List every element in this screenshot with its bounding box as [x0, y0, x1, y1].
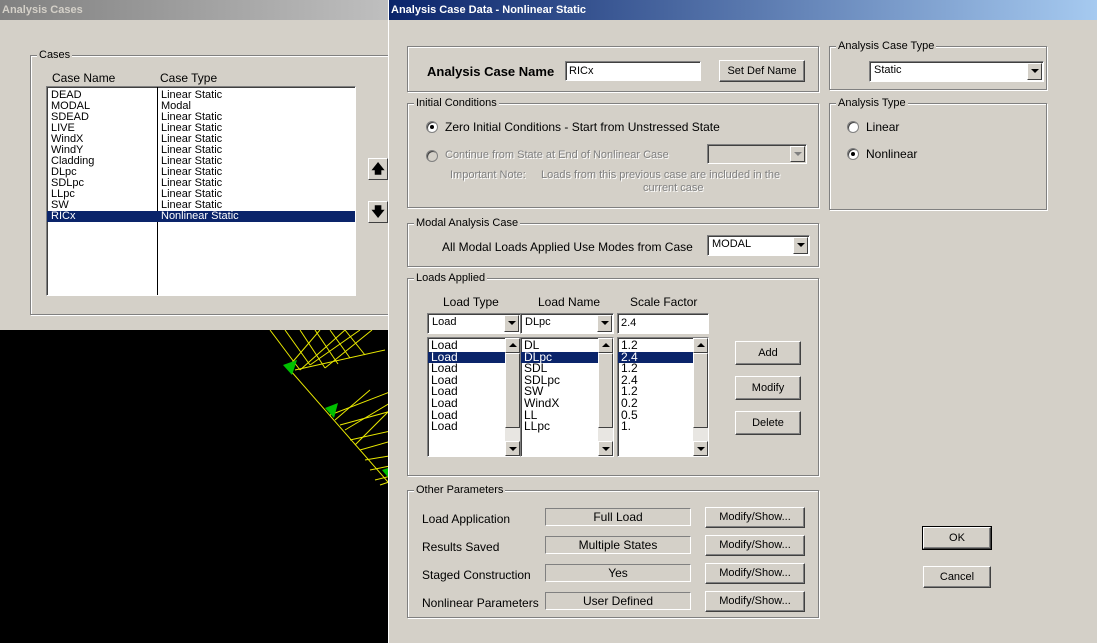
other-parameters-label: Other Parameters	[414, 484, 506, 496]
case-type-value: Static	[874, 64, 902, 76]
move-up-button[interactable]: 🡅	[368, 158, 388, 180]
chevron-down-icon[interactable]	[504, 315, 519, 332]
scale-factor-header: Scale Factor	[630, 295, 698, 309]
other-param-value: Yes	[545, 564, 691, 582]
case-type-select[interactable]: Static	[869, 61, 1044, 82]
move-down-button[interactable]: 🡇	[368, 201, 388, 223]
modal-case-select[interactable]: MODAL	[707, 235, 810, 256]
case-name-header: Case Name	[52, 71, 116, 85]
cases-rows: DEAD Linear Static MODAL Modal SDEAD Linear S…	[47, 90, 355, 222]
case-data-dialog: Analysis Case Data - Nonlinear Static An…	[388, 0, 1097, 643]
case-data-title[interactable]: Analysis Case Data - Nonlinear Static	[389, 0, 1097, 20]
load-name-select[interactable]: DLpc	[520, 313, 614, 334]
analysis-cases-title[interactable]: Analysis Cases	[0, 0, 394, 20]
load-type-header: Load Type	[443, 295, 499, 309]
load-name-item[interactable]: LLpc	[521, 420, 598, 433]
scroll-thumb[interactable]	[598, 353, 613, 428]
load-type-rows: Load Load Load Load Load Load Load Load	[428, 339, 505, 433]
set-def-name-button[interactable]: Set Def Name	[719, 60, 805, 82]
add-load-button[interactable]: Add	[735, 341, 801, 365]
note-line2: current case	[643, 182, 704, 194]
load-name-header: Load Name	[538, 295, 601, 309]
load-type-list[interactable]: Load Load Load Load Load Load Load Load	[427, 337, 521, 457]
modal-modes-label: All Modal Loads Applied Use Modes from C…	[442, 240, 693, 254]
analysis-type-group: Analysis Type	[829, 97, 1047, 210]
scale-factor-input[interactable]: 2.4	[617, 313, 709, 334]
modify-show-button[interactable]: Modify/Show...	[705, 507, 805, 528]
modify-show-button[interactable]: Modify/Show...	[705, 591, 805, 612]
scale-factor-item[interactable]: 1.	[618, 420, 693, 433]
case-type-label: Analysis Case Type	[836, 40, 937, 52]
load-type-scrollbar[interactable]	[505, 338, 520, 456]
delete-load-button[interactable]: Delete	[735, 411, 801, 435]
case-type-header: Case Type	[160, 71, 218, 85]
load-type-item[interactable]: Load	[428, 420, 505, 433]
scroll-up-icon[interactable]	[505, 338, 520, 353]
ok-button[interactable]: OK	[922, 526, 992, 550]
scroll-down-icon[interactable]	[505, 441, 520, 456]
zero-initial-radio[interactable]	[426, 121, 438, 133]
cancel-button[interactable]: Cancel	[923, 566, 991, 588]
modify-show-button[interactable]: Modify/Show...	[705, 535, 805, 556]
cases-group-label: Cases	[37, 49, 73, 61]
cases-list[interactable]: DEAD Linear Static MODAL Modal SDEAD Linear S…	[46, 86, 356, 296]
continue-state-radio[interactable]	[426, 150, 438, 162]
model-viewport[interactable]	[0, 330, 395, 643]
scroll-thumb[interactable]	[505, 353, 520, 428]
note-line1: Loads from this previous case are includ…	[541, 169, 781, 181]
continue-state-label[interactable]: Continue from State at End of Nonlinear …	[445, 149, 669, 161]
scale-factor-scrollbar[interactable]	[693, 338, 708, 456]
linear-label[interactable]: Linear	[866, 120, 899, 134]
other-param-label: Results Saved	[422, 540, 500, 554]
load-name-scrollbar[interactable]	[598, 338, 613, 456]
load-name-list[interactable]: DL DLpc SDL SDLpc SW WindX LL LLpc	[520, 337, 614, 457]
other-param-label: Staged Construction	[422, 568, 531, 582]
chevron-down-icon	[790, 146, 805, 162]
analysis-cases-window: Analysis Cases Cases Case Name Case Type…	[0, 0, 398, 330]
loads-applied-label: Loads Applied	[414, 272, 488, 284]
modal-case-value: MODAL	[712, 238, 752, 250]
load-name-value: DLpc	[525, 316, 551, 328]
other-param-value: User Defined	[545, 592, 691, 610]
other-param-value: Full Load	[545, 508, 691, 526]
modify-show-button[interactable]: Modify/Show...	[705, 563, 805, 584]
chevron-down-icon[interactable]	[793, 237, 808, 254]
scroll-thumb[interactable]	[693, 353, 708, 428]
scroll-up-icon[interactable]	[693, 338, 708, 353]
other-param-value: Multiple States	[545, 536, 691, 554]
load-name-rows: DL DLpc SDL SDLpc SW WindX LL LLpc	[521, 339, 598, 433]
case-name-input[interactable]: RICx	[565, 61, 701, 81]
modify-load-button[interactable]: Modify	[735, 376, 801, 400]
case-name-label: Analysis Case Name	[427, 64, 555, 79]
arrow-down-icon: 🡇	[371, 204, 385, 219]
nonlinear-label[interactable]: Nonlinear	[866, 147, 917, 161]
arrow-up-icon: 🡅	[371, 161, 385, 176]
structure-drawing	[269, 330, 395, 491]
analysis-type-label: Analysis Type	[836, 97, 908, 109]
case-row[interactable]: RICx Nonlinear Static	[47, 211, 355, 222]
scale-factor-list[interactable]: 1.2 2.4 1.2 2.4 1.2 0.2 0.5 1.	[617, 337, 709, 457]
other-param-label: Nonlinear Parameters	[422, 596, 539, 610]
initial-conditions-label: Initial Conditions	[414, 97, 499, 109]
load-type-select[interactable]: Load	[427, 313, 521, 334]
chevron-down-icon[interactable]	[1027, 63, 1042, 80]
scale-factor-rows: 1.2 2.4 1.2 2.4 1.2 0.2 0.5 1.	[618, 339, 693, 433]
zero-initial-label[interactable]: Zero Initial Conditions - Start from Uns…	[445, 120, 720, 134]
modal-case-label: Modal Analysis Case	[414, 217, 521, 229]
important-note-label: Important Note:	[450, 169, 526, 181]
scroll-down-icon[interactable]	[598, 441, 613, 456]
case-row[interactable]: DEAD Linear Static	[47, 90, 355, 101]
nonlinear-radio[interactable]	[847, 148, 859, 160]
linear-radio[interactable]	[847, 121, 859, 133]
case-name-cell: RICx	[51, 210, 76, 222]
continue-case-select[interactable]	[707, 144, 807, 164]
chevron-down-icon[interactable]	[597, 315, 612, 332]
load-type-value: Load	[432, 316, 457, 328]
case-type-cell: Nonlinear Static	[161, 210, 239, 222]
scroll-up-icon[interactable]	[598, 338, 613, 353]
other-param-label: Load Application	[422, 512, 511, 526]
scroll-down-icon[interactable]	[693, 441, 708, 456]
